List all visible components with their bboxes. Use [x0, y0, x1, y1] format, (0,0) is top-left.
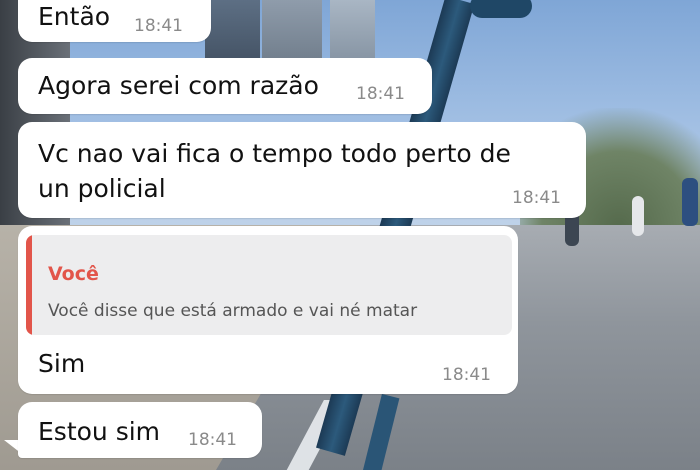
quote-accent-bar: [26, 235, 32, 335]
message-bubble[interactable]: Agora serei com razão 18:41: [18, 58, 432, 114]
pedestrian-shape: [632, 196, 644, 236]
message-timestamp: 18:41: [356, 84, 405, 104]
message-text: Agora serei com razão: [38, 71, 319, 100]
message-bubble[interactable]: Então 18:41: [18, 0, 211, 42]
quote-text: Você disse que está armado e vai né mata…: [48, 301, 418, 321]
pedestrian-shape: [682, 178, 698, 226]
quoted-message[interactable]: Você Você disse que está armado e vai né…: [26, 235, 512, 335]
pole-top-shape: [470, 0, 532, 18]
message-timestamp: 18:41: [188, 430, 237, 450]
quote-author: Você: [48, 263, 99, 285]
message-timestamp: 18:41: [512, 188, 561, 208]
message-timestamp: 18:41: [442, 365, 491, 385]
chat-screen: Então 18:41 Agora serei com razão 18:41 …: [0, 0, 700, 470]
message-bubble[interactable]: Vc nao vai fica o tempo todo perto de un…: [18, 122, 586, 218]
message-bubble[interactable]: Estou sim 18:41: [18, 402, 262, 458]
message-text: Estou sim: [38, 417, 161, 446]
message-text: Sim: [38, 349, 86, 378]
message-bubble[interactable]: Você Você disse que está armado e vai né…: [18, 226, 518, 394]
message-timestamp: 18:41: [134, 16, 183, 36]
building-shape: [330, 0, 375, 60]
message-text: Vc nao vai fica o tempo todo perto de: [38, 139, 511, 168]
message-text: un policial: [38, 174, 166, 203]
message-text: Então: [38, 2, 111, 31]
